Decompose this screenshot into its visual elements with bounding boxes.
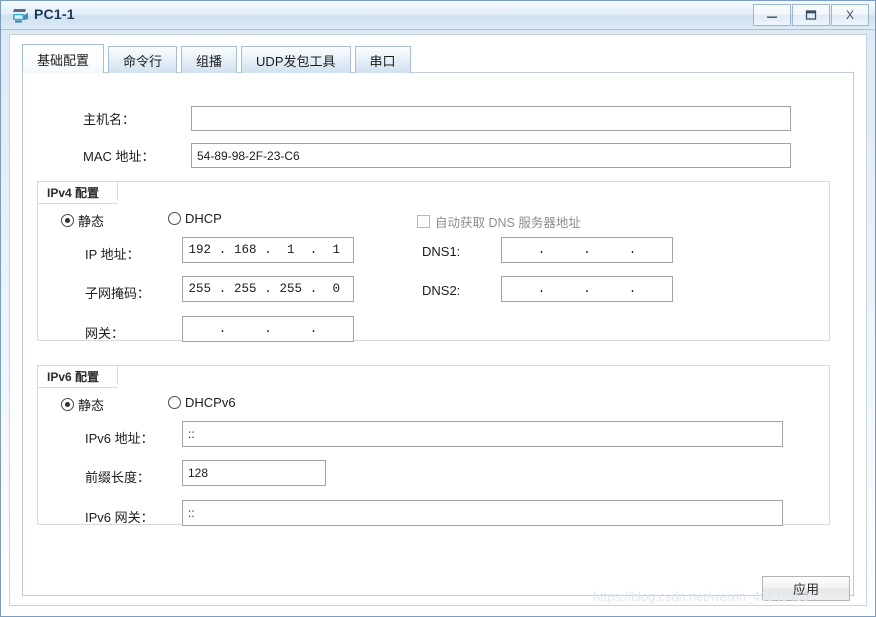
ipv6-dhcpv6-radio[interactable]: DHCPv6 — [168, 395, 236, 410]
gw-dot-1: . — [218, 322, 227, 336]
mac-address-input[interactable]: 54-89-98-2F-23-C6 — [191, 143, 791, 168]
mask-octet-3: 255 — [279, 282, 302, 296]
auto-dns-checkbox[interactable]: 自动获取 DNS 服务器地址 — [417, 212, 581, 231]
svg-text:X: X — [846, 9, 854, 21]
apply-button-label: 应用 — [792, 582, 819, 597]
dns2-dot-2: . — [583, 282, 591, 296]
tab-serial-port[interactable]: 串口 — [354, 46, 411, 73]
tab-label: 组播 — [196, 53, 223, 69]
ip-dot-3: . — [309, 243, 318, 257]
gw-dot-2: . — [264, 322, 272, 336]
ip-octet-3: 1 — [286, 243, 295, 257]
ipv6-static-label: 静态 — [78, 398, 105, 413]
gateway-input[interactable]: ... — [182, 316, 354, 342]
window-controls: X — [753, 4, 869, 26]
hostname-input[interactable] — [191, 106, 791, 131]
title-bar: PC1-1 X — [1, 1, 875, 30]
ipv4-dhcp-radio[interactable]: DHCP — [168, 211, 222, 226]
mask-dot-2: . — [264, 282, 272, 296]
close-button[interactable]: X — [831, 4, 869, 26]
subnet-mask-input[interactable]: 255. 255. 255. 0 — [182, 276, 354, 302]
basic-config-panel: 主机名： MAC 地址： 54-89-98-2F-23-C6 IPv4 配置 静… — [22, 72, 854, 596]
apply-button[interactable]: 应用 — [762, 576, 850, 601]
checkbox-unchecked-icon — [417, 215, 430, 228]
ipv4-static-radio[interactable]: 静态 — [61, 211, 104, 230]
ip-octet-4: 1 — [332, 243, 340, 257]
mask-octet-1: 255 — [188, 282, 212, 296]
ipv4-group-title: IPv4 配置 — [37, 181, 128, 204]
ipv4-config-group: IPv4 配置 静态 DHCP 自动获取 DNS 服务器地址 IP 地址： 19… — [37, 181, 830, 342]
dns1-dot-2: . — [583, 243, 591, 257]
mask-dot-3: . — [309, 282, 318, 296]
tab-label: 串口 — [369, 53, 396, 69]
pc-device-icon — [10, 6, 30, 26]
dns2-dot-1: . — [537, 282, 546, 296]
dns2-label: DNS2: — [422, 283, 461, 298]
ipv6-address-input[interactable]: :: — [182, 421, 783, 447]
ipv6-address-label: IPv6 地址： — [85, 431, 154, 446]
client-area: 基础配置 命令行 组播 UDP发包工具 串口 主机名： MAC 地址： 54-8… — [9, 34, 867, 606]
subnet-mask-label: 子网掩码： — [85, 286, 151, 301]
mask-octet-2: 255 — [234, 282, 257, 296]
mask-dot-1: . — [218, 282, 227, 296]
ip-octet-1: 192 — [188, 243, 212, 257]
tab-multicast[interactable]: 组播 — [181, 46, 238, 73]
gateway-label: 网关： — [85, 326, 125, 341]
ip-octet-2: 168 — [234, 243, 257, 257]
radio-indicator-on-icon — [61, 398, 74, 411]
ipv4-dhcp-label: DHCP — [185, 211, 222, 226]
dns1-dot-3: . — [628, 243, 637, 257]
radio-indicator-on-icon — [61, 214, 74, 227]
pc-config-window: PC1-1 X 基础配置 命令行 组播 UDP发包工具 串口 主机名： MAC … — [0, 0, 876, 617]
tab-udp-tool[interactable]: UDP发包工具 — [241, 46, 351, 73]
dns1-label: DNS1: — [422, 244, 461, 259]
gw-dot-3: . — [309, 322, 318, 336]
dns2-input[interactable]: ... — [501, 276, 673, 302]
ipv6-gateway-label: IPv6 网关： — [85, 510, 154, 525]
auto-dns-label: 自动获取 DNS 服务器地址 — [435, 216, 581, 230]
ipv6-dhcpv6-label: DHCPv6 — [185, 395, 236, 410]
dns1-input[interactable]: ... — [501, 237, 673, 263]
tab-strip: 基础配置 命令行 组播 UDP发包工具 串口 — [22, 44, 415, 73]
ip-address-input[interactable]: 192. 168. 1. 1 — [182, 237, 354, 263]
prefix-length-input[interactable]: 128 — [182, 460, 326, 486]
dns2-dot-3: . — [628, 282, 637, 296]
radio-indicator-off-icon — [168, 212, 181, 225]
ipv6-gateway-input[interactable]: :: — [182, 500, 783, 526]
ipv6-static-radio[interactable]: 静态 — [61, 395, 104, 414]
hostname-row: 主机名： — [23, 106, 823, 131]
window-title: PC1-1 — [34, 6, 75, 22]
maximize-button[interactable] — [792, 4, 830, 26]
ipv6-group-title: IPv6 配置 — [37, 365, 128, 388]
ip-dot-1: . — [218, 243, 227, 257]
ip-address-label: IP 地址： — [85, 247, 140, 262]
tab-label: 基础配置 — [37, 52, 90, 68]
radio-indicator-off-icon — [168, 396, 181, 409]
tab-basic-config[interactable]: 基础配置 — [22, 44, 105, 73]
tab-label: UDP发包工具 — [256, 53, 336, 69]
mac-address-label: MAC 地址： — [83, 149, 155, 164]
ipv4-static-label: 静态 — [78, 214, 105, 229]
prefix-length-label: 前缀长度： — [85, 470, 151, 485]
tab-command-line[interactable]: 命令行 — [108, 46, 178, 73]
dns1-dot-1: . — [537, 243, 546, 257]
hostname-label: 主机名： — [83, 112, 136, 127]
mac-address-row: MAC 地址： 54-89-98-2F-23-C6 — [23, 143, 823, 168]
minimize-button[interactable] — [753, 4, 791, 26]
tab-label: 命令行 — [123, 53, 163, 69]
ip-dot-2: . — [264, 243, 272, 257]
ipv6-config-group: IPv6 配置 静态 DHCPv6 IPv6 地址： :: 前缀长度： 128 … — [37, 365, 830, 526]
mask-octet-4: 0 — [332, 282, 340, 296]
